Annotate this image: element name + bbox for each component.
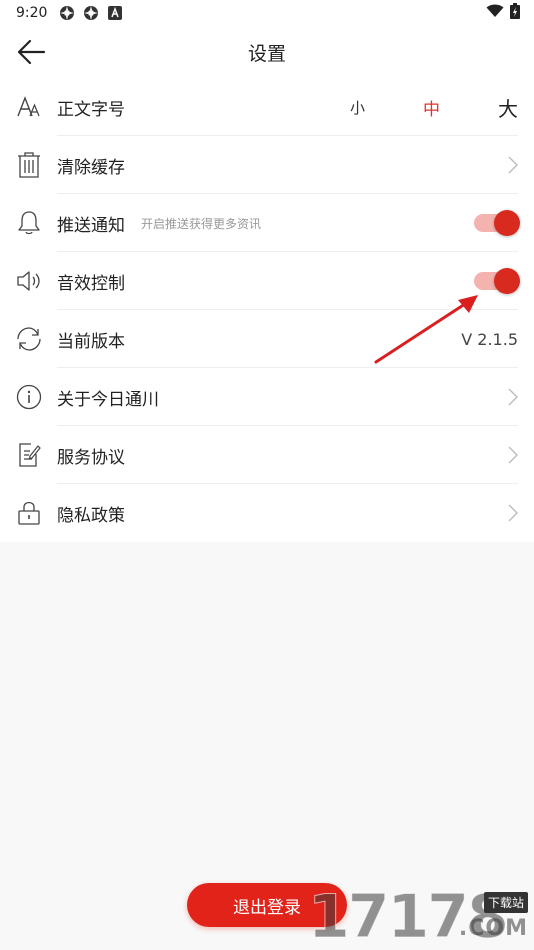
toggle-knob xyxy=(494,268,520,294)
push-notification-row: 推送通知 开启推送获得更多资讯 xyxy=(0,194,534,252)
font-size-icon xyxy=(16,94,42,120)
bell-icon xyxy=(16,210,42,236)
chevron-right-icon xyxy=(508,156,518,174)
a-letter-icon xyxy=(107,5,123,21)
push-notification-toggle[interactable] xyxy=(474,210,520,236)
font-size-large-option[interactable]: 大 xyxy=(498,93,518,122)
version-value: V 2.1.5 xyxy=(461,329,518,349)
settings-list: 正文字号 小 中 大 清除缓存 推送通知 开启推送获得更多资讯 音效控制 当前版… xyxy=(0,78,534,542)
font-size-options: 小 中 大 xyxy=(350,93,518,122)
watermark-suffix: .COM xyxy=(458,916,528,941)
gear-icon xyxy=(59,5,75,21)
push-notification-label: 推送通知 xyxy=(57,215,125,236)
push-notification-hint: 开启推送获得更多资讯 xyxy=(141,216,262,231)
font-size-medium-option[interactable]: 中 xyxy=(423,95,440,120)
sound-control-label: 音效控制 xyxy=(57,273,125,294)
wifi-icon xyxy=(486,4,504,22)
trash-icon xyxy=(16,152,42,178)
font-size-label: 正文字号 xyxy=(57,99,125,120)
watermark-tag: 下载站 xyxy=(483,892,528,913)
document-icon xyxy=(16,442,42,468)
chevron-right-icon xyxy=(508,388,518,406)
chevron-right-icon xyxy=(508,504,518,522)
service-terms-label: 服务协议 xyxy=(57,447,125,468)
sound-control-toggle[interactable] xyxy=(474,268,520,294)
version-row: 当前版本 V 2.1.5 xyxy=(0,310,534,368)
privacy-policy-label: 隐私政策 xyxy=(57,505,125,526)
refresh-icon xyxy=(16,326,42,352)
info-icon xyxy=(16,384,42,410)
status-time: 9:20 xyxy=(16,5,48,21)
logout-button[interactable]: 退出登录 xyxy=(187,883,347,927)
font-size-small-option[interactable]: 小 xyxy=(350,97,365,118)
chevron-right-icon xyxy=(508,446,518,464)
clear-cache-row[interactable]: 清除缓存 xyxy=(0,136,534,194)
font-size-row: 正文字号 小 中 大 xyxy=(0,78,534,136)
toggle-knob xyxy=(494,210,520,236)
speaker-icon xyxy=(16,268,42,294)
clear-cache-label: 清除缓存 xyxy=(57,157,125,178)
sound-control-row: 音效控制 xyxy=(0,252,534,310)
version-label: 当前版本 xyxy=(57,331,125,352)
about-row[interactable]: 关于今日通川 xyxy=(0,368,534,426)
about-label: 关于今日通川 xyxy=(57,389,159,410)
lock-icon xyxy=(16,500,42,526)
arrow-left-icon[interactable] xyxy=(14,38,48,66)
gear-icon xyxy=(83,5,99,21)
status-bar: 9:20 xyxy=(0,0,534,26)
service-terms-row[interactable]: 服务协议 xyxy=(0,426,534,484)
privacy-policy-row[interactable]: 隐私政策 xyxy=(0,484,534,542)
nav-bar: 设置 xyxy=(0,26,534,78)
page-title: 设置 xyxy=(247,42,286,65)
battery-charging-icon xyxy=(510,3,520,23)
